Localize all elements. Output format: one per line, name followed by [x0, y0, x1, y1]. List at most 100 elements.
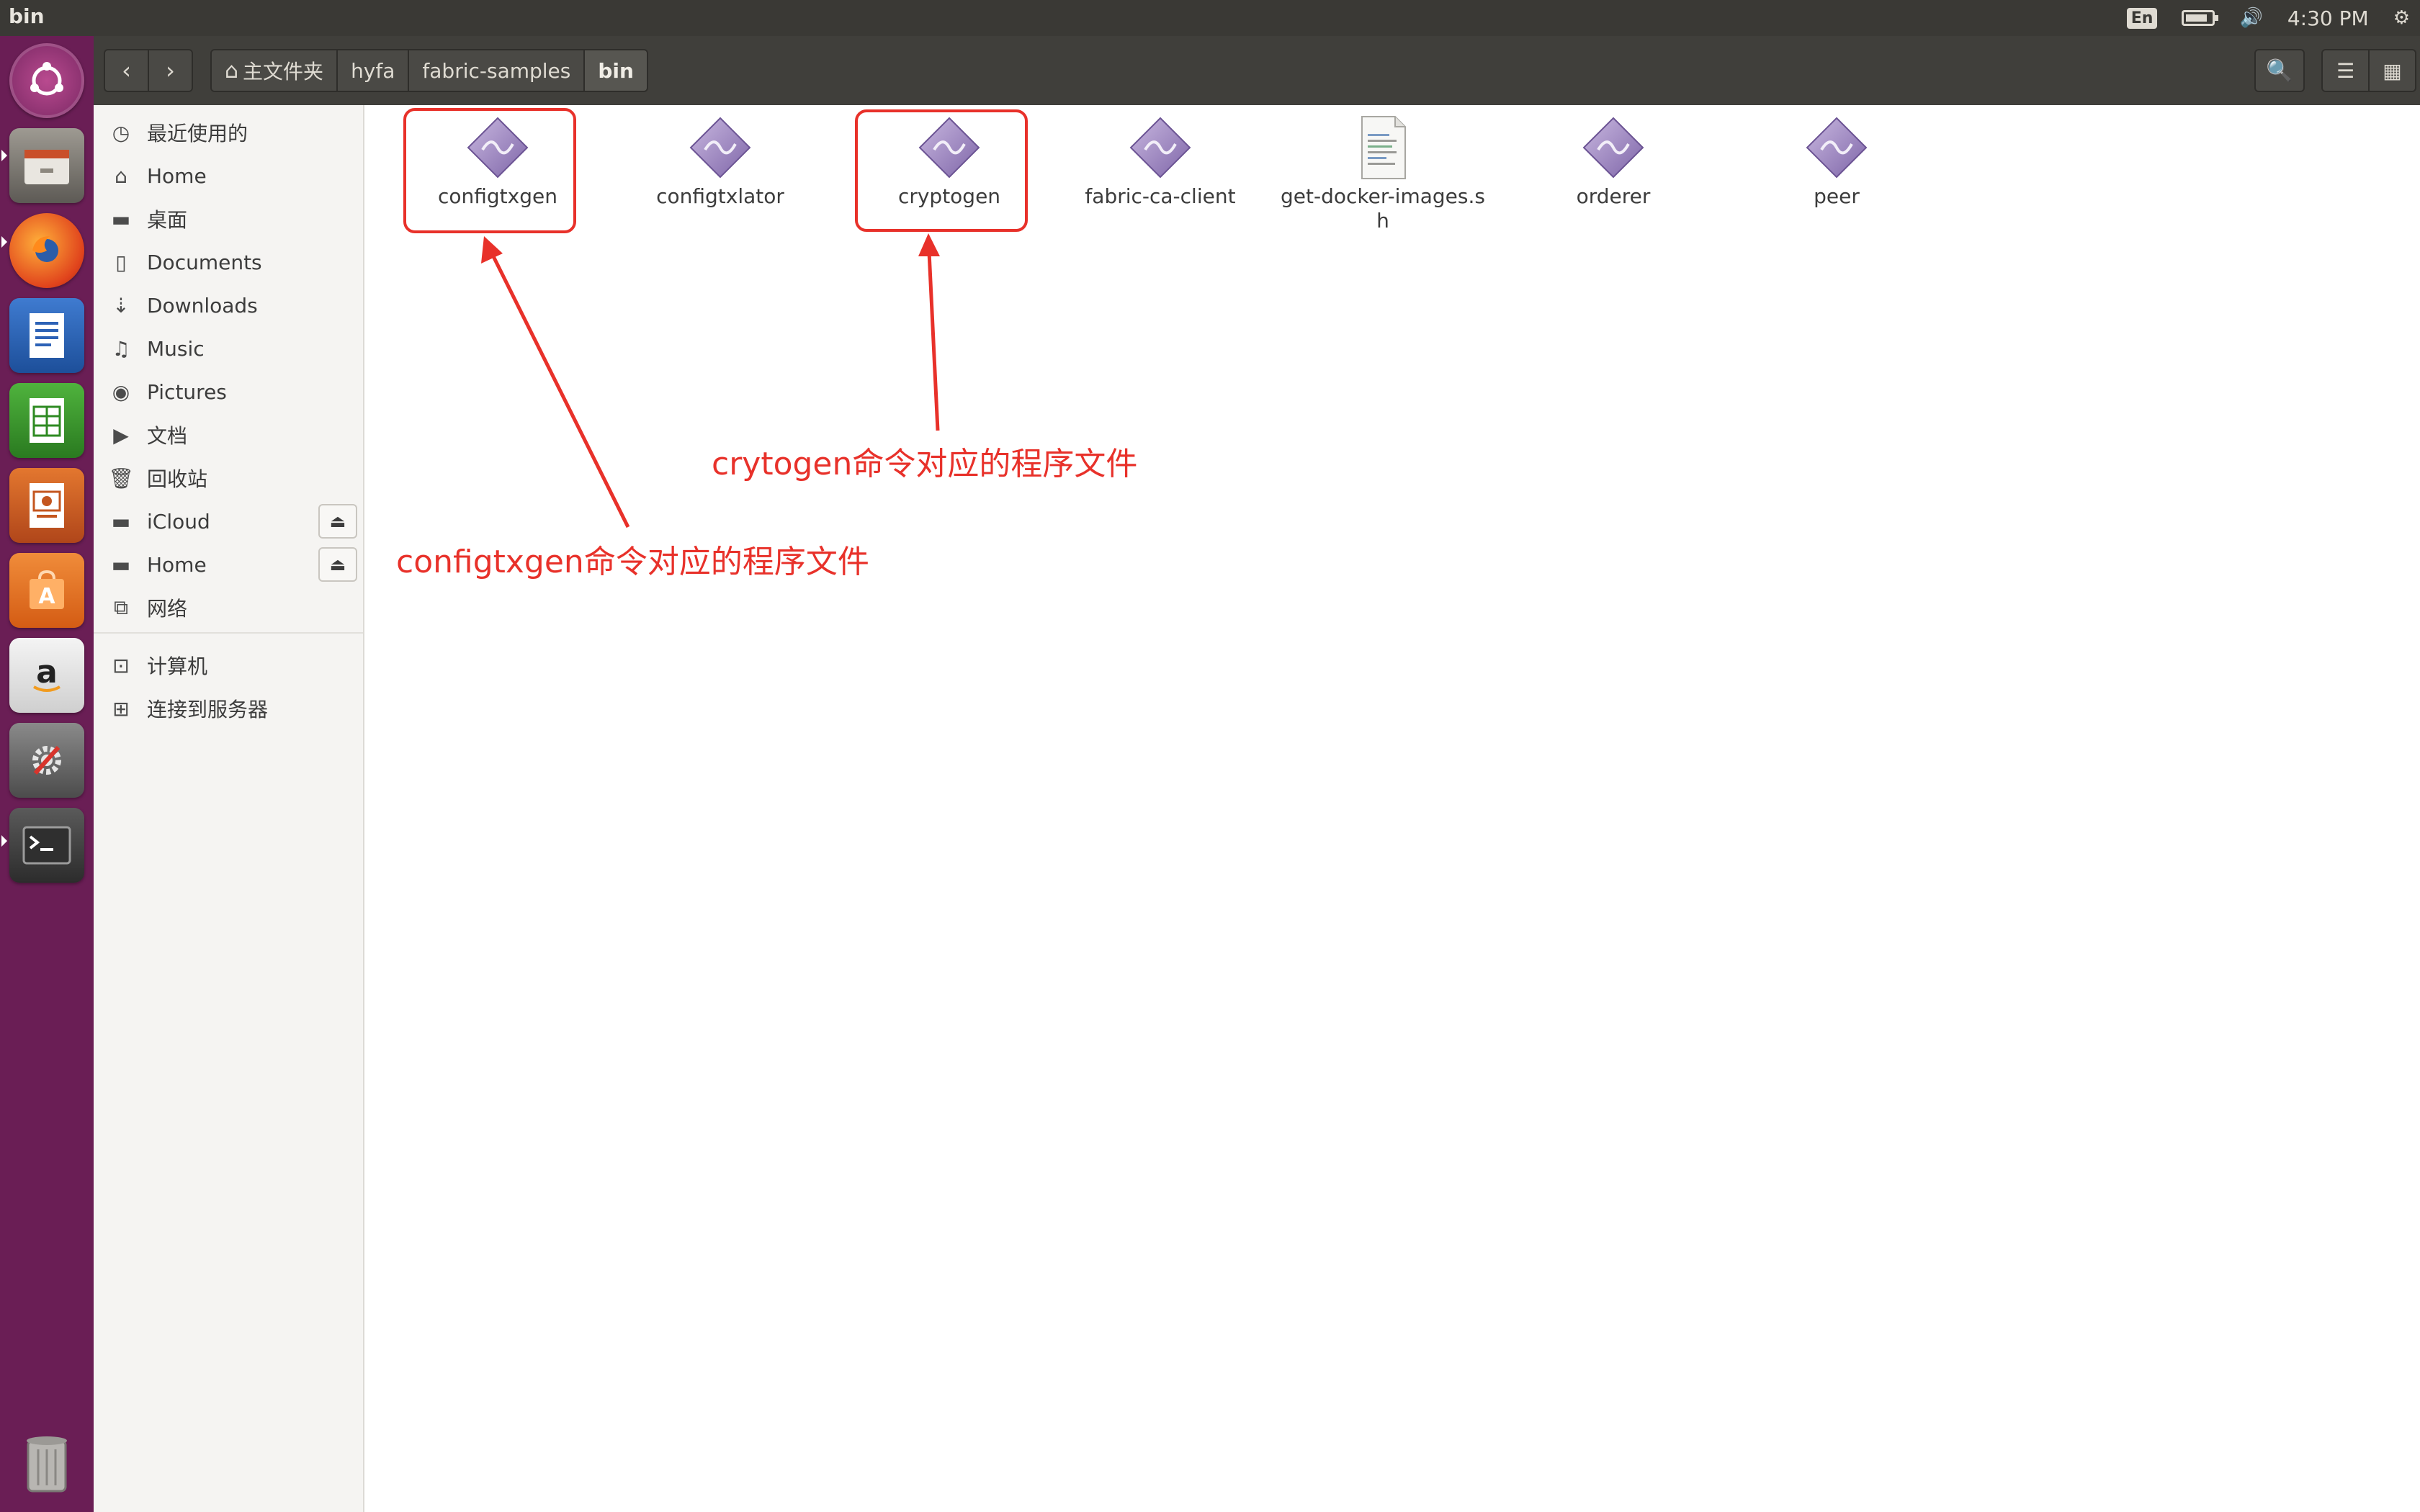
system-settings-icon[interactable] — [9, 723, 84, 798]
amazon-icon[interactable]: a — [9, 638, 84, 713]
lang-badge: En — [2126, 7, 2158, 29]
breadcrumb: ⌂ 主文件夹 hyfa fabric-samples bin — [210, 49, 648, 92]
folder-icon: ▬ — [111, 207, 131, 231]
clock[interactable]: 4:30 PM — [2287, 6, 2369, 30]
file-grid: configtxgen configtxlator cryptogen fabr… — [366, 105, 2420, 1512]
window-title: bin — [9, 4, 45, 28]
annotation-cryptogen: crytogen命令对应的程序文件 — [712, 446, 1138, 482]
keyboard-indicator[interactable]: En — [2126, 7, 2158, 29]
software-center-icon[interactable]: A — [9, 553, 84, 628]
executable-icon — [1129, 117, 1191, 179]
sidebar-item-documents[interactable]: ▯ Documents — [94, 240, 360, 284]
drive-icon: ▬ — [111, 552, 131, 577]
breadcrumb-label: 主文件夹 — [243, 60, 324, 84]
svg-text:a: a — [36, 654, 58, 690]
sidebar-item-videos[interactable]: ▶ 文档 — [94, 413, 360, 456]
breadcrumb-bin[interactable]: bin — [585, 50, 647, 91]
eject-home-button[interactable]: ⏏ — [318, 547, 357, 582]
file-item-fabric-ca-client[interactable]: fabric-ca-client — [1056, 115, 1265, 209]
music-icon: ♫ — [112, 336, 130, 361]
list-view-button[interactable]: ☰ — [2323, 50, 2370, 91]
svg-text:A: A — [38, 584, 55, 609]
terminal-icon[interactable] — [9, 808, 84, 883]
chevron-left-icon: ‹ — [122, 57, 131, 84]
sidebar-item-downloads[interactable]: ⇣ Downloads — [94, 284, 360, 327]
indicator-area: En 🔊 4:30 PM ⚙ — [2126, 0, 2420, 36]
executable-icon — [689, 117, 751, 179]
chevron-right-icon: › — [166, 57, 175, 84]
sidebar-item-label: Downloads — [147, 293, 258, 318]
breadcrumb-hyfa[interactable]: hyfa — [338, 50, 410, 91]
network-icon: ⧉ — [114, 595, 128, 619]
ubuntu-dash-icon[interactable] — [9, 43, 84, 118]
impress-icon[interactable] — [9, 468, 84, 543]
back-button[interactable]: ‹ — [105, 50, 149, 91]
view-buttons: ☰ ▦ — [2321, 49, 2416, 92]
sidebar-item-label: Music — [147, 336, 205, 361]
sidebar-item-network[interactable]: ⧉ 网络 — [94, 586, 360, 629]
writer-icon[interactable] — [9, 298, 84, 373]
sidebar-item-label: 回收站 — [147, 467, 208, 491]
grid-icon: ▦ — [2383, 58, 2402, 83]
sidebar-item-label: Documents — [147, 250, 262, 274]
sidebar-item-label: 最近使用的 — [147, 122, 248, 145]
sidebar-item-icloud[interactable]: ▬ iCloud ⏏ — [94, 500, 360, 543]
eject-icon: ⏏ — [329, 511, 346, 531]
sidebar-item-trash[interactable]: 🗑 回收站 — [94, 456, 360, 500]
search-button[interactable]: 🔍 — [2254, 49, 2305, 92]
sidebar-item-label: 连接到服务器 — [147, 698, 269, 721]
sidebar-item-label: Pictures — [147, 379, 227, 404]
home-icon: ⌂ — [225, 58, 239, 84]
home-icon: ⌂ — [115, 163, 127, 188]
sidebar-item-label: iCloud — [147, 509, 210, 534]
breadcrumb-home[interactable]: ⌂ 主文件夹 — [212, 50, 339, 91]
search-icon: 🔍 — [2266, 58, 2293, 84]
script-file-icon — [1361, 116, 1406, 179]
eject-icloud-button[interactable]: ⏏ — [318, 504, 357, 539]
trash-icon[interactable] — [9, 1424, 84, 1499]
grid-view-button[interactable]: ▦ — [2370, 50, 2415, 91]
sidebar-item-label: Home — [147, 552, 207, 577]
camera-icon: ◉ — [112, 379, 130, 404]
running-indicator — [1, 150, 7, 161]
file-manager-icon[interactable] — [9, 128, 84, 203]
file-item-configtxlator[interactable]: configtxlator — [616, 115, 825, 209]
sidebar-item-computer[interactable]: ⊡ 计算机 — [94, 644, 360, 687]
sidebar-item-pictures[interactable]: ◉ Pictures — [94, 370, 360, 413]
running-indicator-3 — [1, 835, 7, 847]
sidebar-item-label: 桌面 — [147, 208, 188, 232]
file-item-get-docker-images[interactable]: get-docker-images.sh — [1278, 115, 1487, 233]
battery-indicator[interactable] — [2182, 10, 2219, 26]
forward-button[interactable]: › — [149, 50, 192, 91]
executable-icon — [1806, 117, 1868, 179]
battery-fill — [2186, 14, 2208, 22]
file-name: get-docker-images.sh — [1281, 184, 1485, 233]
running-indicator-2 — [1, 236, 7, 248]
file-name: fabric-ca-client — [1085, 184, 1236, 208]
volume-icon[interactable]: 🔊 — [2239, 7, 2262, 29]
battery-icon — [2182, 10, 2219, 26]
sidebar-item-recent[interactable]: ◷ 最近使用的 — [94, 111, 360, 154]
download-icon: ⇣ — [112, 293, 130, 318]
file-item-peer[interactable]: peer — [1732, 115, 1941, 209]
gear-icon[interactable]: ⚙ — [2393, 7, 2410, 29]
sidebar-item-connect-server[interactable]: ⊞ 连接到服务器 — [94, 687, 360, 730]
list-icon: ☰ — [2336, 58, 2355, 83]
launcher: A a — [0, 36, 94, 1512]
sidebar-item-music[interactable]: ♫ Music — [94, 327, 360, 370]
highlight-cryptogen — [855, 109, 1028, 232]
sidebar-item-label: 计算机 — [147, 654, 208, 678]
clock-icon: ◷ — [112, 120, 130, 145]
sidebar-item-desktop[interactable]: ▬ 桌面 — [94, 197, 360, 240]
document-icon: ▯ — [115, 250, 127, 274]
header-bar: ‹ › ⌂ 主文件夹 hyfa fabric-samples bin 🔍 ☰ ▦ — [94, 36, 2420, 105]
sidebar-item-home-drive[interactable]: ▬ Home ⏏ — [94, 543, 360, 586]
sidebar-item-home[interactable]: ⌂ Home — [94, 154, 360, 197]
video-icon: ▶ — [113, 423, 129, 447]
file-name: orderer — [1576, 184, 1651, 208]
calc-icon[interactable] — [9, 383, 84, 458]
trash-icon: 🗑 — [108, 466, 134, 490]
firefox-icon[interactable] — [9, 213, 84, 288]
file-item-orderer[interactable]: orderer — [1509, 115, 1718, 209]
breadcrumb-fabric-samples[interactable]: fabric-samples — [409, 50, 586, 91]
